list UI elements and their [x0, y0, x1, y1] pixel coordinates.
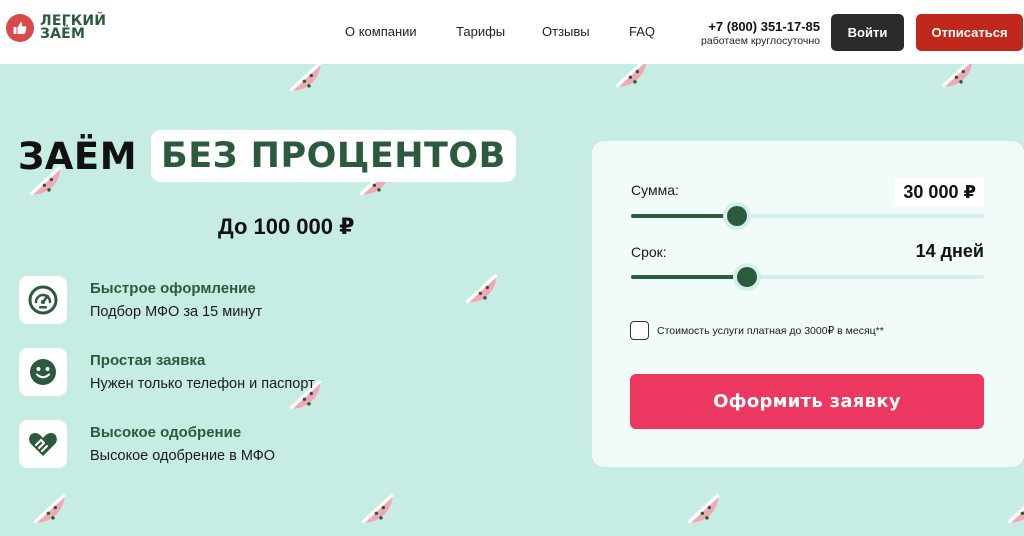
smile-icon: [19, 348, 67, 396]
amount-label: Сумма:: [631, 182, 679, 198]
login-button[interactable]: Войти: [831, 14, 904, 51]
watermelon-icon: [358, 488, 404, 534]
working-hours: работаем круглосуточно: [701, 35, 820, 47]
hero-title-highlight: БЕЗ ПРОЦЕНТОВ: [151, 130, 516, 182]
site-header: ЛЕГКИЙ ЗАЁМ О компании Тарифы Отзывы FAQ…: [0, 0, 1024, 64]
nav-link-reviews[interactable]: Отзывы: [542, 24, 590, 39]
feature-item: Простая заявка Нужен только телефон и па…: [19, 348, 439, 396]
slider-thumb[interactable]: [726, 206, 747, 226]
handshake-heart-icon: [19, 420, 67, 468]
speedometer-icon: [19, 276, 67, 324]
slider-thumb[interactable]: [737, 267, 758, 287]
term-label: Срок:: [631, 244, 667, 260]
loan-calculator: Сумма: 30 000 ₽ Срок: 14 дней Стоимость …: [592, 141, 1024, 467]
feature-text: Подбор МФО за 15 минут: [90, 304, 263, 320]
watermelon-icon: [1004, 488, 1024, 534]
hero-title: ЗАЁМ БЕЗ ПРОЦЕНТОВ: [18, 126, 516, 186]
hero-title-part-1: ЗАЁМ: [18, 134, 138, 178]
amount-slider[interactable]: [631, 206, 984, 226]
service-fee-checkbox[interactable]: [630, 321, 649, 340]
feature-item: Быстрое оформление Подбор МФО за 15 мину…: [19, 276, 439, 324]
amount-value[interactable]: 30 000 ₽: [895, 178, 984, 207]
feature-item: Высокое одобрение Высокое одобрение в МФ…: [19, 420, 439, 468]
slider-fill: [631, 275, 748, 279]
feature-title: Быстрое оформление: [90, 280, 256, 297]
service-fee-label: Стоимость услуги платная до 3000₽ в меся…: [657, 325, 884, 337]
phone-number[interactable]: +7 (800) 351-17-85: [690, 19, 820, 34]
watermelon-icon: [462, 268, 508, 314]
nav-link-about[interactable]: О компании: [345, 24, 417, 39]
feature-text: Нужен только телефон и паспорт: [90, 376, 315, 392]
term-value[interactable]: 14 дней: [916, 241, 984, 262]
slider-fill: [631, 214, 737, 218]
watermelon-icon: [30, 488, 76, 534]
nav-link-faq[interactable]: FAQ: [629, 24, 655, 39]
watermelon-icon: [684, 488, 730, 534]
feature-title: Высокое одобрение: [90, 424, 242, 441]
term-slider[interactable]: [631, 267, 984, 287]
hero-subtitle: До 100 000 ₽: [218, 214, 355, 239]
feature-text: Высокое одобрение в МФО: [90, 448, 276, 464]
unsubscribe-button[interactable]: Отписаться: [916, 14, 1023, 51]
feature-title: Простая заявка: [90, 352, 206, 369]
nav-link-tariffs[interactable]: Тарифы: [456, 24, 505, 39]
submit-application-button[interactable]: Оформить заявку: [630, 374, 984, 429]
contact-block: +7 (800) 351-17-85 работаем круглосуточн…: [690, 19, 820, 48]
